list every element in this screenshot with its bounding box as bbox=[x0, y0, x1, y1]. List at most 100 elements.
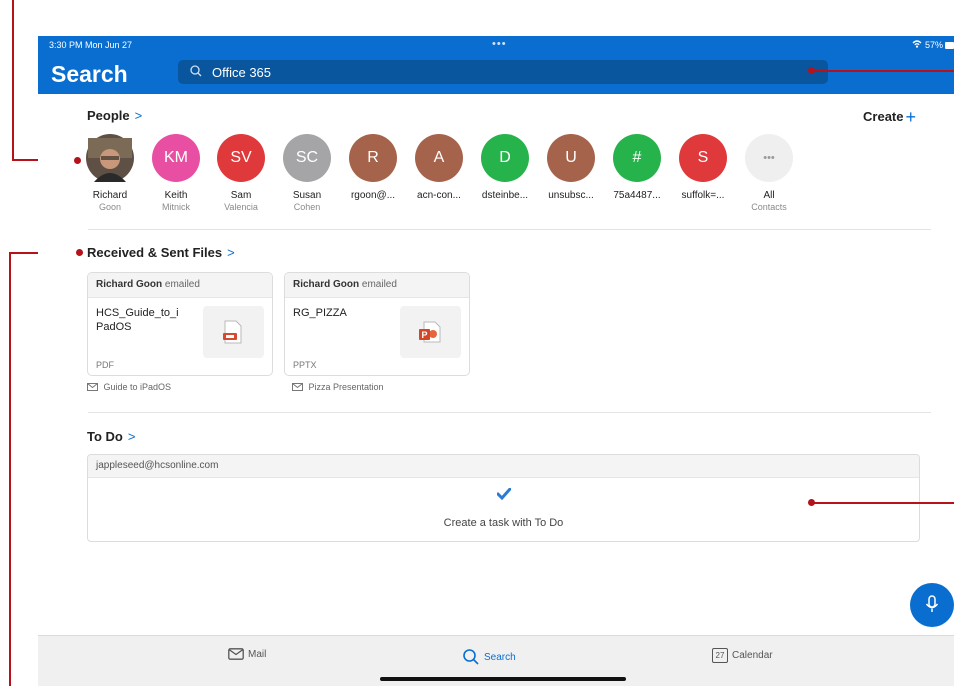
contact-dsteinbe[interactable]: D dsteinbe... bbox=[472, 134, 538, 201]
create-task-link[interactable]: Create a task with To Do bbox=[88, 517, 919, 529]
contact-acn-con[interactable]: A acn-con... bbox=[406, 134, 472, 201]
mail-icon bbox=[228, 648, 244, 660]
contact-last-name: Mitnick bbox=[161, 202, 190, 212]
file-card[interactable]: Richard Goon emailed RG_PIZZA P PPTX bbox=[284, 272, 470, 376]
contact-name: rgoon@... bbox=[350, 190, 396, 201]
callout-line bbox=[12, 0, 14, 160]
files-header[interactable]: Received & Sent Files > bbox=[87, 245, 235, 260]
callout-line bbox=[812, 70, 954, 72]
search-icon bbox=[189, 64, 203, 78]
avatar: KM bbox=[152, 134, 200, 182]
tab-search[interactable]: Search bbox=[462, 648, 516, 666]
contact-first-name: Sam bbox=[230, 190, 252, 201]
plus-icon: + bbox=[905, 107, 916, 127]
todo-header[interactable]: To Do > bbox=[87, 429, 135, 444]
chevron-right-icon: > bbox=[127, 429, 136, 444]
file-email-subject[interactable]: Pizza Presentation bbox=[292, 382, 384, 392]
status-time: 3:30 PM Mon Jun 27 bbox=[49, 40, 133, 50]
chevron-right-icon: > bbox=[134, 108, 143, 123]
all-contacts-button[interactable]: ••• All Contacts bbox=[736, 134, 802, 212]
file-card[interactable]: Richard Goon emailed HCS_Guide_to_i PadO… bbox=[87, 272, 273, 376]
file-type: PPTX bbox=[293, 360, 317, 370]
envelope-icon bbox=[292, 382, 303, 392]
contact-first-name: Richard bbox=[92, 190, 128, 201]
microphone-icon bbox=[925, 595, 939, 620]
svg-text:P: P bbox=[422, 330, 428, 340]
files-heading: Received & Sent Files bbox=[87, 245, 223, 260]
calendar-icon: 27 bbox=[712, 648, 728, 663]
tab-mail[interactable]: Mail bbox=[228, 648, 266, 660]
file-name: RG_PIZZA bbox=[293, 307, 347, 319]
contact-last-name: Cohen bbox=[293, 202, 321, 212]
todo-checkmark-icon bbox=[496, 487, 512, 505]
voice-search-button[interactable] bbox=[910, 583, 954, 627]
todo-card[interactable]: jappleseed@hcsonline.com Create a task w… bbox=[87, 454, 920, 542]
people-header[interactable]: People > bbox=[87, 108, 142, 123]
pdf-file-icon bbox=[222, 320, 244, 349]
todo-heading: To Do bbox=[87, 429, 123, 444]
contact-last-name: Goon bbox=[98, 202, 122, 212]
callout-dot bbox=[808, 499, 815, 506]
avatar: # bbox=[613, 134, 661, 182]
file-thumbnail bbox=[203, 306, 264, 358]
callout-line bbox=[812, 502, 954, 504]
ipad-screen: 3:30 PM Mon Jun 27 ••• 57% Search People… bbox=[38, 36, 954, 686]
avatar: S bbox=[679, 134, 727, 182]
status-indicators: 57% bbox=[912, 40, 954, 50]
file-name: HCS_Guide_to_i PadOS bbox=[96, 307, 179, 333]
create-button[interactable]: Create + bbox=[863, 107, 916, 128]
subject-text: Guide to iPadOS bbox=[103, 382, 172, 392]
page-title: Search bbox=[51, 61, 128, 87]
subject-text: Pizza Presentation bbox=[308, 382, 384, 392]
avatar: SC bbox=[283, 134, 331, 182]
avatar: A bbox=[415, 134, 463, 182]
tab-label: Search bbox=[484, 651, 516, 663]
file-card-header: Richard Goon emailed bbox=[285, 273, 469, 298]
create-label: Create bbox=[863, 109, 904, 124]
contact-name: dsteinbe... bbox=[481, 190, 529, 201]
todo-account: jappleseed@hcsonline.com bbox=[88, 455, 919, 478]
file-sender: Richard Goon bbox=[293, 279, 360, 290]
wifi-icon bbox=[912, 40, 925, 50]
contact-first-name: Keith bbox=[164, 190, 188, 201]
file-thumbnail: P bbox=[400, 306, 461, 358]
callout-line bbox=[9, 252, 11, 686]
battery-icon bbox=[945, 42, 954, 50]
contact-last-name: Valencia bbox=[224, 202, 258, 212]
file-sender: Richard Goon bbox=[96, 279, 163, 290]
home-indicator[interactable] bbox=[380, 677, 626, 681]
app-header: 3:30 PM Mon Jun 27 ••• 57% Search bbox=[38, 36, 954, 94]
contact-75a4487[interactable]: # 75a4487... bbox=[604, 134, 670, 201]
contact-unsubsc[interactable]: U unsubsc... bbox=[538, 134, 604, 201]
file-email-subject[interactable]: Guide to iPadOS bbox=[87, 382, 171, 392]
search-bar[interactable] bbox=[178, 60, 828, 84]
file-type: PDF bbox=[96, 360, 114, 370]
contact-sam-valencia[interactable]: SV Sam Valencia bbox=[208, 134, 274, 212]
contact-richard-goon[interactable]: Richard Goon bbox=[77, 134, 143, 212]
contact-rgoon[interactable]: R rgoon@... bbox=[340, 134, 406, 201]
search-input[interactable] bbox=[212, 60, 812, 84]
file-card-header: Richard Goon emailed bbox=[88, 273, 272, 298]
avatar: SV bbox=[217, 134, 265, 182]
all-contacts-label: All bbox=[763, 190, 775, 201]
chevron-right-icon: > bbox=[227, 245, 235, 260]
tab-calendar[interactable]: 27 Calendar bbox=[712, 648, 773, 663]
envelope-icon bbox=[87, 382, 98, 392]
contact-name: 75a4487... bbox=[613, 190, 661, 201]
callout-dot bbox=[808, 67, 815, 74]
all-contacts-sublabel: Contacts bbox=[751, 202, 787, 212]
file-action: emailed bbox=[361, 279, 397, 290]
battery-percent: 57% bbox=[924, 40, 943, 50]
contact-susan-cohen[interactable]: SC Susan Cohen bbox=[274, 134, 340, 212]
contact-name: acn-con... bbox=[417, 190, 461, 201]
callout-dot bbox=[74, 157, 81, 164]
powerpoint-file-icon: P bbox=[418, 320, 442, 349]
avatar-photo bbox=[86, 134, 134, 182]
contact-suffolk[interactable]: S suffolk=... bbox=[670, 134, 736, 201]
contact-keith-mitnick[interactable]: KM Keith Mitnick bbox=[143, 134, 209, 212]
contact-first-name: Susan bbox=[292, 190, 322, 201]
avatar: U bbox=[547, 134, 595, 182]
file-action: emailed bbox=[164, 279, 200, 290]
section-divider bbox=[88, 229, 931, 230]
multitasking-dots[interactable]: ••• bbox=[492, 38, 507, 50]
